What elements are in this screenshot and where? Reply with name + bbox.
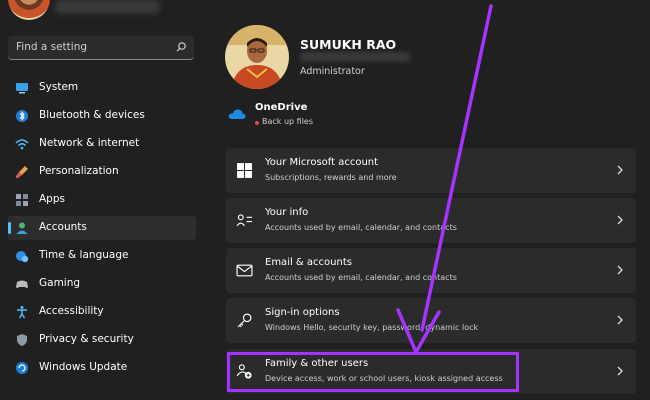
active-indicator: [8, 222, 11, 234]
card-subtitle: Accounts used by email, calendar, and co…: [265, 273, 457, 282]
sidebar-item-apps[interactable]: Apps: [8, 188, 196, 212]
card-title: Sign-in options: [265, 307, 340, 318]
sidebar-item-label: Personalization: [39, 165, 119, 177]
chevron-right-icon: [617, 366, 623, 376]
sidebar-item-network[interactable]: Network & internet: [8, 132, 196, 156]
card-subtitle: Device access, work or school users, kio…: [265, 374, 503, 383]
sidebar-item-windows-update[interactable]: Windows Update: [8, 356, 196, 380]
shield-icon: [17, 334, 27, 346]
sidebar-item-system[interactable]: System: [8, 76, 196, 100]
person-icon: [16, 222, 28, 234]
sidebar-item-personalization[interactable]: Personalization: [8, 160, 196, 184]
sidebar-item-label: Time & language: [39, 249, 129, 261]
chevron-right-icon: [617, 165, 623, 175]
key-icon: [237, 313, 252, 328]
user-role: Administrator: [300, 66, 365, 77]
chevron-right-icon: [617, 315, 623, 325]
sidebar-item-label: Gaming: [39, 277, 81, 289]
apps-icon: [16, 194, 28, 206]
envelope-icon: [236, 264, 253, 277]
chevron-right-icon: [617, 265, 623, 275]
sidebar: Find a setting System Bluetooth & device…: [0, 0, 210, 400]
onedrive-icon: [228, 109, 246, 119]
main-content: SUMUKH RAO Administrator OneDrive Back u…: [210, 0, 650, 400]
sidebar-item-label: Network & internet: [39, 137, 140, 149]
sidebar-item-label: Bluetooth & devices: [39, 109, 145, 121]
profile-picture[interactable]: [225, 25, 289, 89]
card-subtitle: Accounts used by email, calendar, and co…: [265, 223, 457, 232]
family-icon: [236, 364, 252, 379]
user-name: SUMUKH RAO: [300, 37, 397, 52]
microsoft-account-card[interactable]: Your Microsoft account Subscriptions, re…: [226, 148, 636, 193]
gamepad-icon: [16, 280, 28, 288]
sidebar-item-accounts[interactable]: Accounts: [8, 216, 196, 240]
wifi-icon: [15, 139, 29, 150]
contact-card-icon: [236, 214, 252, 227]
monitor-icon: [16, 83, 28, 94]
card-title: Your Microsoft account: [265, 157, 379, 168]
sidebar-item-gaming[interactable]: Gaming: [8, 272, 196, 296]
onedrive-title[interactable]: OneDrive: [255, 102, 307, 113]
card-title: Family & other users: [265, 358, 369, 369]
family-other-users-card[interactable]: Family & other users Device access, work…: [226, 349, 636, 394]
your-info-card[interactable]: Your info Accounts used by email, calend…: [226, 198, 636, 243]
redacted-account-name: [55, 0, 160, 14]
card-subtitle: Windows Hello, security key, password, d…: [265, 323, 479, 332]
onedrive-status: Back up files: [262, 117, 314, 126]
search-icon[interactable]: [175, 41, 187, 53]
update-icon: [16, 362, 28, 374]
bluetooth-icon: [16, 110, 28, 122]
card-title: Email & accounts: [265, 257, 352, 268]
onedrive-status-dot: [255, 121, 259, 125]
sidebar-item-accessibility[interactable]: Accessibility: [8, 300, 196, 324]
paintbrush-icon: [16, 166, 28, 178]
card-subtitle: Subscriptions, rewards and more: [265, 173, 397, 182]
sidebar-avatar[interactable]: [8, 0, 50, 20]
sidebar-item-label: Privacy & security: [39, 333, 134, 345]
sidebar-item-label: Windows Update: [39, 361, 128, 373]
search-box[interactable]: Find a setting: [8, 36, 194, 60]
sidebar-item-label: Accounts: [39, 221, 87, 233]
sidebar-item-label: Apps: [39, 193, 65, 205]
sidebar-item-time-language[interactable]: Time & language: [8, 244, 196, 268]
sign-in-options-card[interactable]: Sign-in options Windows Hello, security …: [226, 298, 636, 343]
sidebar-item-label: Accessibility: [39, 305, 104, 317]
search-input[interactable]: Find a setting: [16, 41, 87, 53]
redacted-email: [300, 52, 410, 62]
email-accounts-card[interactable]: Email & accounts Accounts used by email,…: [226, 248, 636, 293]
windows-logo-icon: [237, 163, 252, 178]
sidebar-item-privacy[interactable]: Privacy & security: [8, 328, 196, 352]
globe-clock-icon: [16, 251, 29, 263]
sidebar-item-label: System: [39, 81, 79, 93]
sidebar-item-bluetooth[interactable]: Bluetooth & devices: [8, 104, 196, 128]
accessibility-icon: [17, 306, 27, 319]
card-title: Your info: [265, 207, 309, 218]
chevron-right-icon: [617, 215, 623, 225]
